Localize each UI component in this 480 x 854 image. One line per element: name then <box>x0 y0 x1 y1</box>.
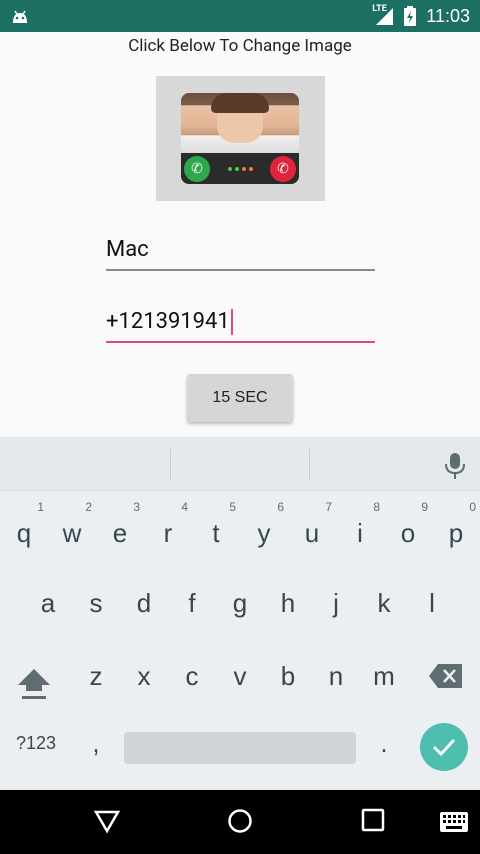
key-b[interactable]: b <box>264 643 312 703</box>
backspace-icon[interactable] <box>428 663 464 689</box>
decline-call-icon: ✆ <box>270 155 296 182</box>
key-label: e <box>112 518 128 548</box>
key-label: r <box>163 518 173 548</box>
key-n[interactable]: n <box>312 643 360 703</box>
key-t[interactable]: 5t <box>192 496 240 556</box>
key-label: a <box>40 588 56 618</box>
name-field[interactable]: Mac <box>106 235 375 271</box>
key-o[interactable]: 9o <box>384 496 432 556</box>
phone-value: +121391941 <box>106 309 230 334</box>
key-label: g <box>232 588 248 618</box>
caller-image: ✆ ✆ <box>181 93 299 184</box>
status-bar: LTE 11:03 <box>0 0 480 32</box>
key-label: h <box>280 588 296 618</box>
recents-icon[interactable] <box>361 808 385 832</box>
key-label: l <box>429 588 435 618</box>
key-r[interactable]: 4r <box>144 496 192 556</box>
phone-field[interactable]: +121391941 <box>106 307 375 343</box>
key-a[interactable]: a <box>24 570 72 630</box>
key-label: x <box>137 661 151 691</box>
key-label: f <box>188 588 196 618</box>
key-f[interactable]: f <box>168 570 216 630</box>
key-z[interactable]: z <box>72 643 120 703</box>
key-k[interactable]: k <box>360 570 408 630</box>
key-w[interactable]: 2w <box>48 496 96 556</box>
key-p[interactable]: 0p <box>432 496 480 556</box>
key-label: w <box>62 518 82 548</box>
key-label: n <box>328 661 344 691</box>
key-d[interactable]: d <box>120 570 168 630</box>
accept-call-icon: ✆ <box>184 155 210 182</box>
mic-icon[interactable] <box>444 451 466 481</box>
key-label: s <box>89 588 103 618</box>
caller-photo <box>181 93 299 153</box>
call-dots <box>227 166 253 171</box>
home-icon[interactable] <box>227 808 253 834</box>
key-label: q <box>16 518 32 548</box>
key-label: d <box>136 588 152 618</box>
key-label: t <box>212 518 220 548</box>
key-i[interactable]: 8i <box>336 496 384 556</box>
suggestion-bar <box>0 437 480 491</box>
key-hint: 5 <box>229 500 236 514</box>
key-label: u <box>304 518 320 548</box>
key-hint: 2 <box>85 500 92 514</box>
key-label: i <box>357 518 363 548</box>
symbols-key[interactable]: ?123 <box>8 733 64 754</box>
key-label: j <box>333 588 339 618</box>
clock: 11:03 <box>426 5 470 26</box>
shift-icon[interactable] <box>12 663 56 703</box>
check-icon <box>432 738 456 757</box>
key-hint: 7 <box>325 500 332 514</box>
battery-charging-icon <box>404 6 417 26</box>
period-key[interactable]: . <box>374 728 394 759</box>
key-label: z <box>89 661 103 691</box>
key-label: m <box>373 661 395 691</box>
key-s[interactable]: s <box>72 570 120 630</box>
key-hint: 9 <box>421 500 428 514</box>
key-g[interactable]: g <box>216 570 264 630</box>
key-x[interactable]: x <box>120 643 168 703</box>
key-q[interactable]: 1q <box>0 496 48 556</box>
delay-button[interactable]: 15 SEC <box>187 374 293 422</box>
key-hint: 8 <box>373 500 380 514</box>
key-label: k <box>377 588 391 618</box>
space-key[interactable] <box>124 732 356 764</box>
keyboard-switch-icon[interactable] <box>440 812 468 832</box>
key-label: o <box>400 518 416 548</box>
key-label: b <box>280 661 296 691</box>
key-label: y <box>257 518 271 548</box>
navigation-bar <box>0 790 480 854</box>
key-y[interactable]: 6y <box>240 496 288 556</box>
android-icon <box>13 10 27 23</box>
key-hint: 4 <box>181 500 188 514</box>
key-hint: 3 <box>133 500 140 514</box>
key-label: p <box>448 518 464 548</box>
name-value: Mac <box>106 237 149 262</box>
lte-signal-icon: LTE <box>372 4 394 26</box>
key-hint: 1 <box>37 500 44 514</box>
back-icon[interactable] <box>94 808 120 834</box>
caller-image-picker[interactable]: ✆ ✆ <box>156 76 325 201</box>
call-bar: ✆ ✆ <box>181 153 299 184</box>
key-hint: 0 <box>469 500 476 514</box>
key-m[interactable]: m <box>360 643 408 703</box>
key-hint: 6 <box>277 500 284 514</box>
enter-key[interactable] <box>420 723 468 771</box>
key-l[interactable]: l <box>408 570 456 630</box>
app-content: Click Below To Change Image ✆ ✆ Mac +121… <box>0 32 480 437</box>
key-v[interactable]: v <box>216 643 264 703</box>
key-label: c <box>185 661 199 691</box>
key-label: v <box>233 661 247 691</box>
key-h[interactable]: h <box>264 570 312 630</box>
key-u[interactable]: 7u <box>288 496 336 556</box>
text-cursor <box>230 309 233 336</box>
key-e[interactable]: 3e <box>96 496 144 556</box>
instruction-text: Click Below To Change Image <box>128 36 352 56</box>
key-j[interactable]: j <box>312 570 360 630</box>
comma-key[interactable]: , <box>86 728 106 759</box>
key-c[interactable]: c <box>168 643 216 703</box>
